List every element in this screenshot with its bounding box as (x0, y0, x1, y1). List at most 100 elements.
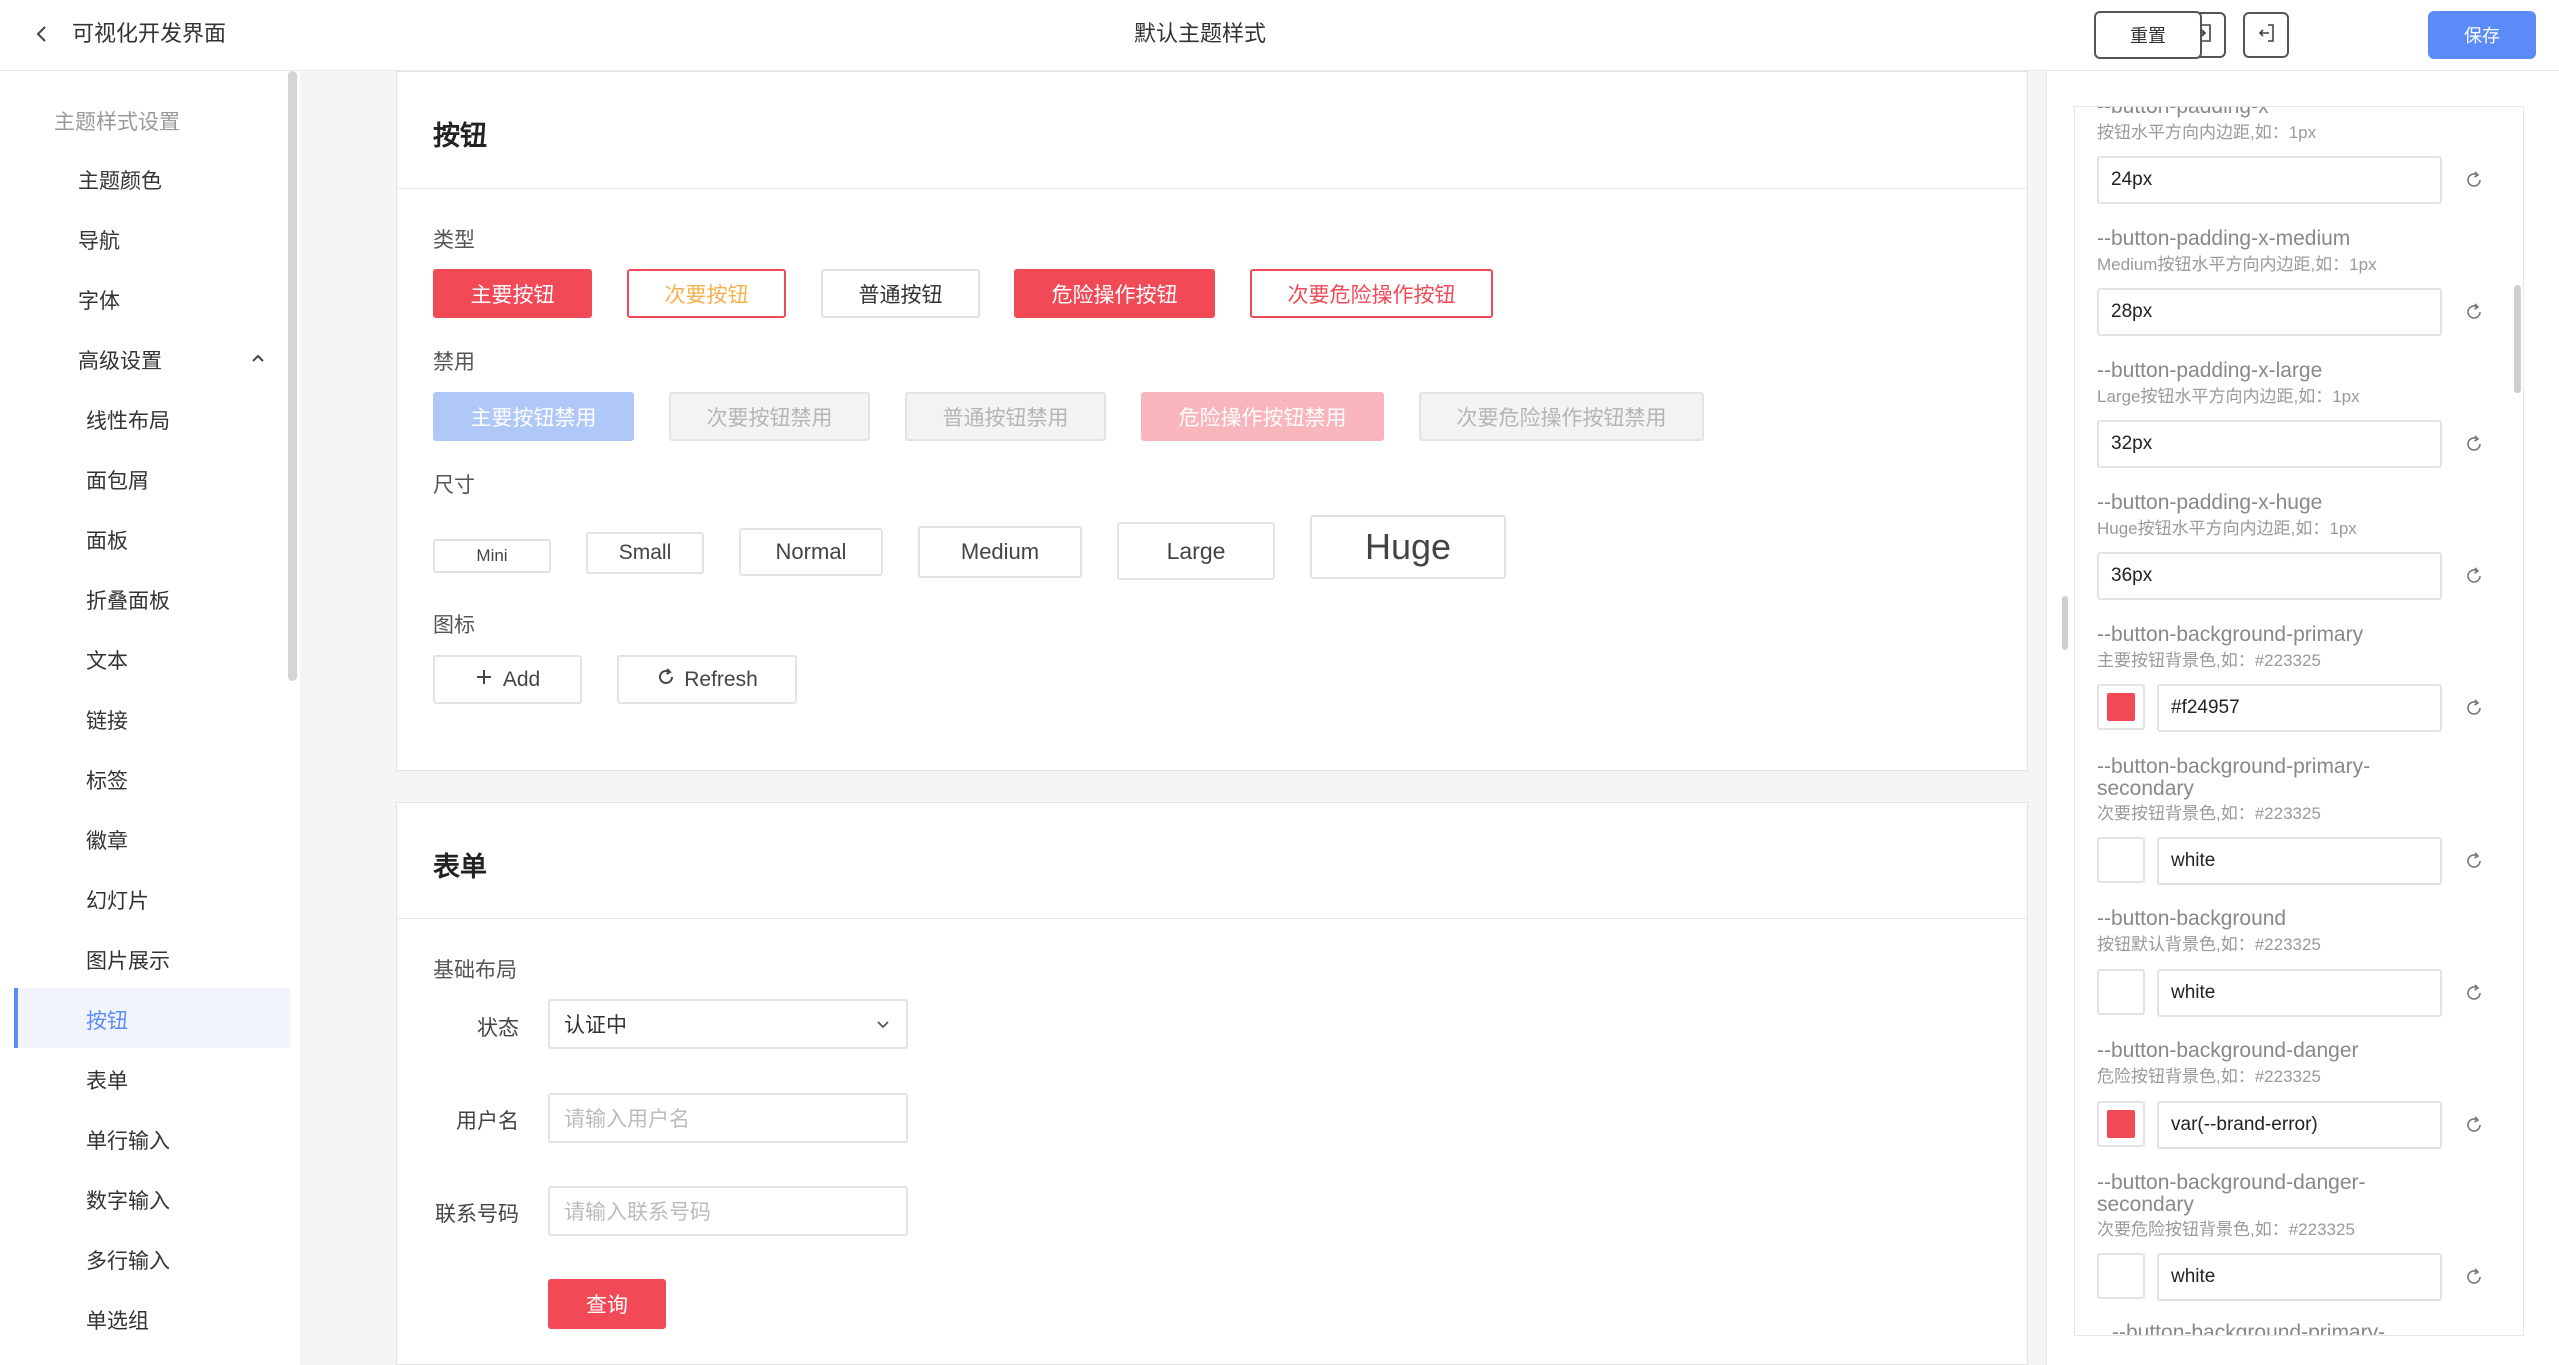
sidebar-item-panel[interactable]: 面板 (86, 525, 128, 555)
logout-icon (2255, 22, 2277, 49)
property-name: --button-background-primary (2097, 623, 2364, 646)
property-desc: 次要危险按钮背景色,如：#223325 (2097, 1220, 2355, 1239)
sidebar-item-tag[interactable]: 标签 (86, 765, 128, 795)
refresh-button[interactable]: Refresh (617, 655, 797, 704)
property-input[interactable]: white (2157, 1253, 2442, 1301)
add-button-label: Add (502, 667, 541, 691)
primary-button[interactable]: 主要按钮 (433, 269, 592, 318)
status-select-value: 认证中 (564, 1014, 627, 1037)
sidebar-item-font[interactable]: 字体 (78, 285, 120, 315)
danger-button[interactable]: 危险操作按钮 (1014, 269, 1215, 318)
disabled-label: 禁用 (433, 351, 475, 374)
small-button[interactable]: Small (586, 532, 704, 574)
property-input[interactable]: #f24957 (2157, 684, 2442, 732)
property-desc: 主要按钮背景色,如：#223325 (2097, 651, 2321, 670)
property-input[interactable]: 24px (2097, 156, 2442, 204)
secondary-danger-button[interactable]: 次要危险操作按钮 (1250, 269, 1493, 318)
property-name: --button-background-primary- (2112, 1322, 2386, 1335)
large-button[interactable]: Large (1117, 522, 1275, 580)
medium-button[interactable]: Medium (918, 526, 1082, 578)
sidebar-item-radio-group[interactable]: 单选组 (86, 1305, 149, 1335)
refresh-icon[interactable] (2463, 565, 2485, 587)
username-label: 用户名 (456, 1110, 519, 1133)
color-swatch[interactable] (2097, 969, 2145, 1015)
property-name: --button-background-danger- (2097, 1171, 2366, 1194)
sidebar-item-number-input[interactable]: 数字输入 (86, 1185, 170, 1215)
export-button[interactable] (2243, 12, 2289, 58)
back-arrow-icon[interactable] (30, 22, 54, 46)
property-input[interactable]: 36px (2097, 552, 2442, 600)
sidebar-scrollbar[interactable] (288, 71, 297, 681)
color-swatch[interactable] (2097, 1101, 2145, 1147)
property-desc: 按钮水平方向内边距,如：1px (2097, 123, 2317, 142)
property-name: --button-background-primary- (2097, 755, 2371, 778)
color-swatch-fill (2107, 1110, 2135, 1138)
status-select[interactable]: 认证中 (548, 999, 908, 1049)
property-name: --button-padding-x (2097, 107, 2269, 118)
property-name: --button-background (2097, 907, 2287, 930)
property-input[interactable]: 32px (2097, 420, 2442, 468)
property-input[interactable]: white (2157, 837, 2442, 885)
property-clip-top: --button-padding-x (2075, 107, 2515, 120)
sidebar-item-breadcrumb[interactable]: 面包屑 (86, 465, 149, 495)
app-title: 可视化开发界面 (72, 21, 227, 46)
sidebar-item-nav[interactable]: 导航 (78, 225, 120, 255)
secondary-danger-button-disabled: 次要危险操作按钮禁用 (1419, 392, 1704, 441)
sidebar-item-linear-layout[interactable]: 线性布局 (86, 405, 170, 435)
refresh-icon[interactable] (2463, 433, 2485, 455)
refresh-icon[interactable] (2463, 169, 2485, 191)
panel-divider (2046, 71, 2047, 1365)
refresh-icon[interactable] (2463, 850, 2485, 872)
status-label: 状态 (477, 1017, 519, 1040)
phone-input[interactable]: 请输入联系号码 (548, 1186, 908, 1236)
refresh-icon[interactable] (2463, 301, 2485, 323)
refresh-icon[interactable] (2463, 982, 2485, 1004)
query-button[interactable]: 查询 (548, 1279, 666, 1329)
sidebar-item-theme-color[interactable]: 主题颜色 (78, 165, 162, 195)
phone-label: 联系号码 (435, 1203, 519, 1226)
mini-button[interactable]: Mini (433, 539, 551, 573)
sidebar-item-badge[interactable]: 徽章 (86, 825, 128, 855)
property-name: --button-background-danger (2097, 1039, 2359, 1062)
huge-button[interactable]: Huge (1310, 515, 1506, 579)
sidebar (0, 71, 300, 1365)
normal-size-button[interactable]: Normal (739, 528, 883, 576)
property-input[interactable]: white (2157, 969, 2442, 1017)
refresh-icon[interactable] (2463, 1266, 2485, 1288)
sidebar-item-link[interactable]: 链接 (86, 705, 128, 735)
sidebar-group-label: 主题样式设置 (54, 111, 180, 134)
sidebar-item-form[interactable]: 表单 (86, 1065, 128, 1095)
sidebar-active-highlight (14, 988, 290, 1048)
color-swatch[interactable] (2097, 684, 2145, 730)
reset-button[interactable]: 重置 (2094, 11, 2202, 59)
property-input[interactable]: var(--brand-error) (2157, 1101, 2442, 1149)
property-desc: Large按钮水平方向内边距,如：1px (2097, 387, 2360, 406)
secondary-button-disabled: 次要按钮禁用 (669, 392, 870, 441)
sidebar-item-button[interactable]: 按钮 (86, 1005, 128, 1035)
normal-button[interactable]: 普通按钮 (821, 269, 980, 318)
add-button[interactable]: Add (433, 655, 582, 704)
sidebar-item-text[interactable]: 文本 (86, 645, 128, 675)
sidebar-item-image[interactable]: 图片展示 (86, 945, 170, 975)
refresh-icon[interactable] (2463, 1114, 2485, 1136)
primary-button-disabled: 主要按钮禁用 (433, 392, 634, 441)
sidebar-item-input[interactable]: 单行输入 (86, 1125, 170, 1155)
chevron-up-icon[interactable] (248, 348, 268, 373)
color-swatch[interactable] (2097, 1253, 2145, 1299)
secondary-button[interactable]: 次要按钮 (627, 269, 786, 318)
properties-scrollbar[interactable] (2514, 285, 2521, 393)
color-swatch[interactable] (2097, 837, 2145, 883)
save-button[interactable]: 保存 (2428, 11, 2536, 59)
resize-handle[interactable] (2062, 596, 2068, 650)
sidebar-item-carousel[interactable]: 幻灯片 (86, 885, 149, 915)
username-input[interactable]: 请输入用户名 (548, 1093, 908, 1143)
sidebar-item-textarea[interactable]: 多行输入 (86, 1245, 170, 1275)
property-desc: 按钮默认背景色,如：#223325 (2097, 935, 2321, 954)
card-divider (397, 918, 2027, 919)
property-input[interactable]: 28px (2097, 288, 2442, 336)
sidebar-item-advanced[interactable]: 高级设置 (78, 345, 162, 375)
property-desc: Huge按钮水平方向内边距,如：1px (2097, 519, 2357, 538)
sidebar-item-collapse[interactable]: 折叠面板 (86, 585, 170, 615)
property-desc: 危险按钮背景色,如：#223325 (2097, 1067, 2321, 1086)
refresh-icon[interactable] (2463, 697, 2485, 719)
